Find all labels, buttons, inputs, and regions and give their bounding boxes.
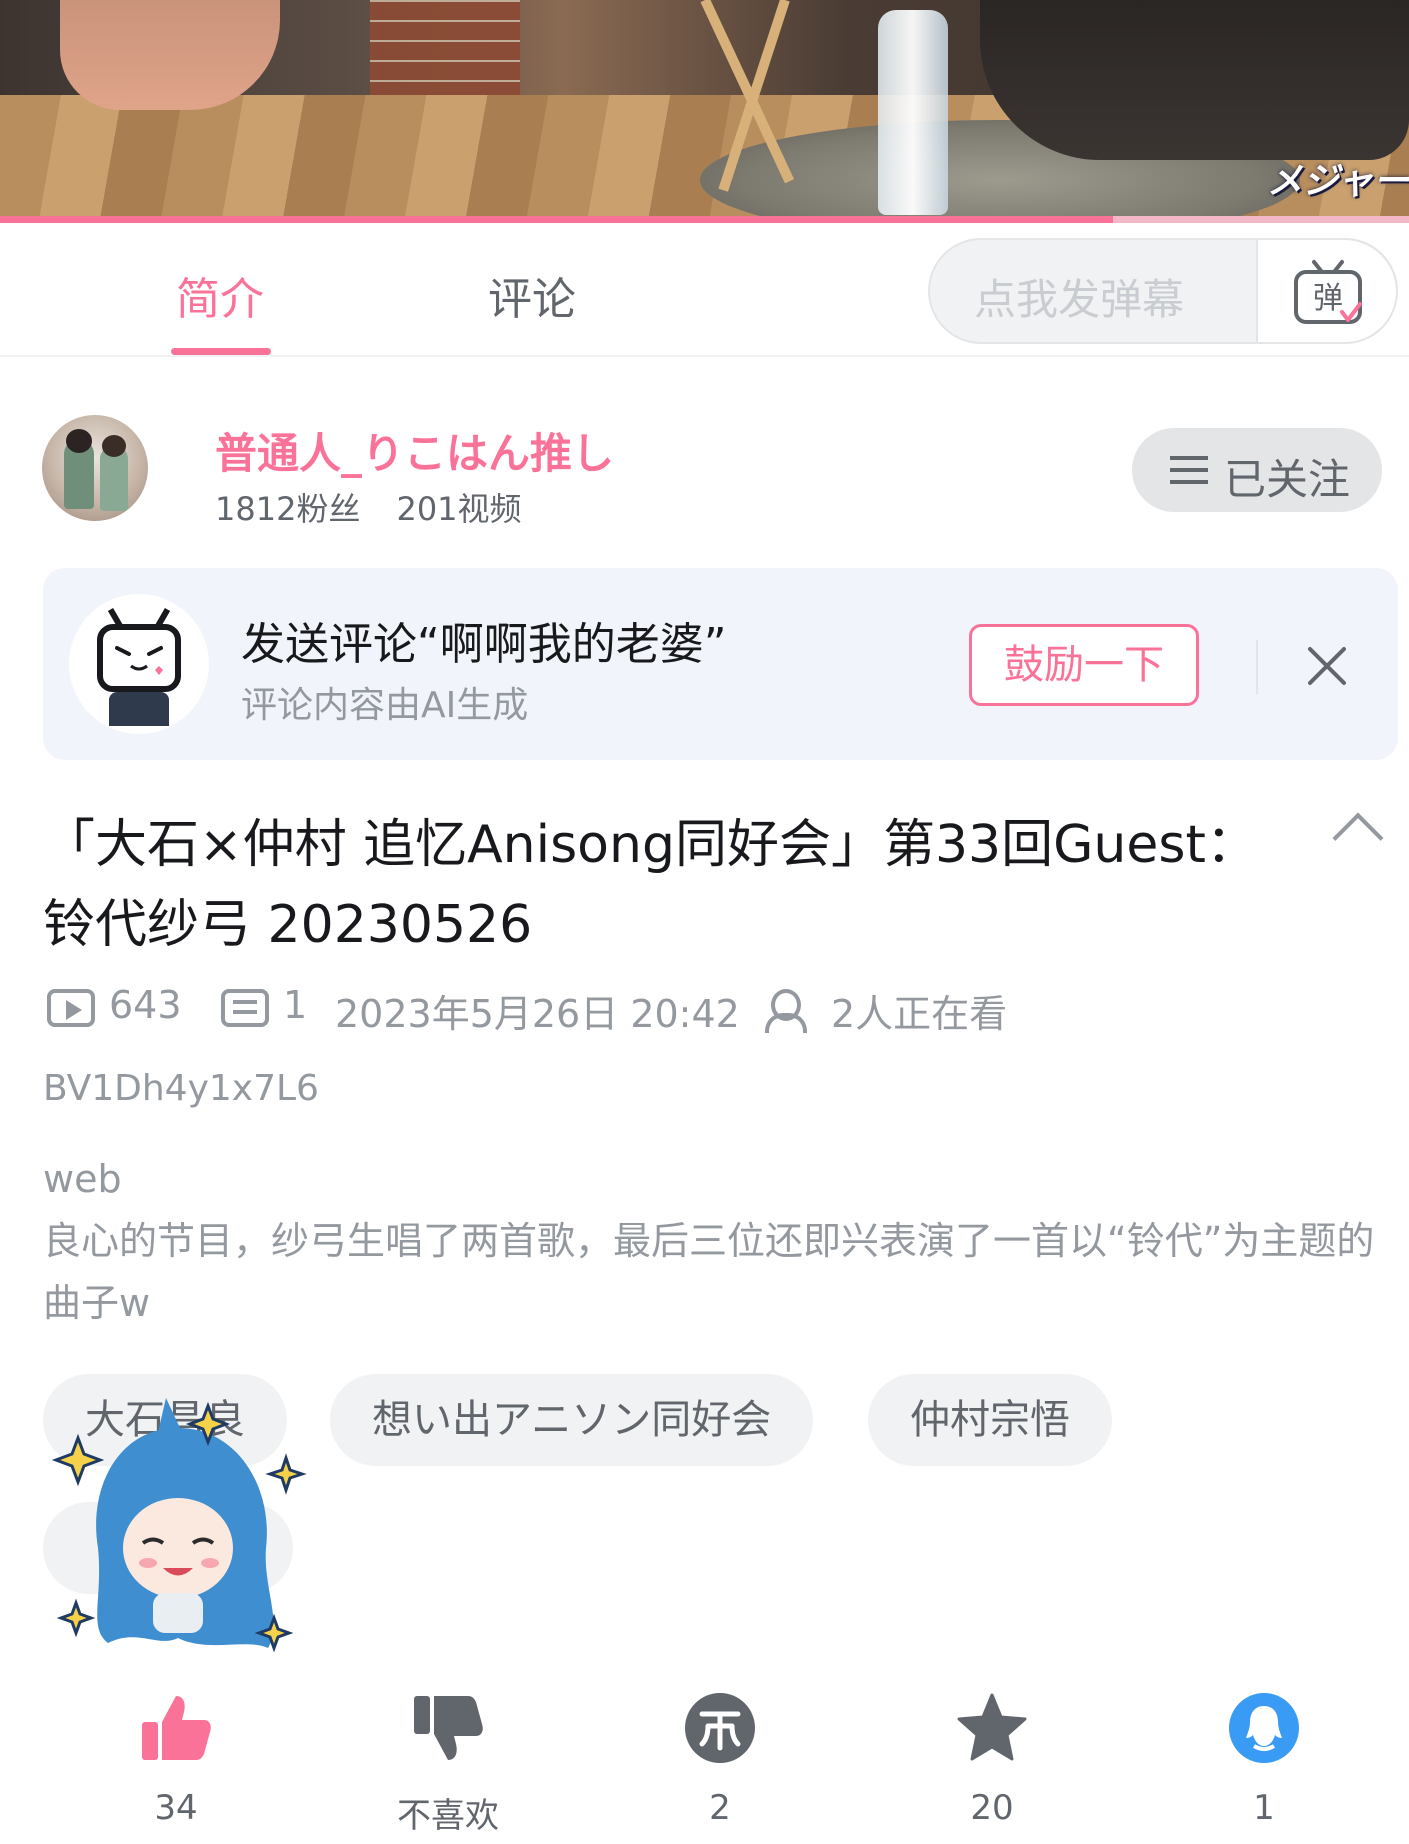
watching-icon	[765, 987, 815, 1033]
divider	[1256, 640, 1258, 694]
follow-label: 已关注	[1224, 455, 1351, 504]
favorite-count: 20	[970, 1788, 1014, 1828]
video-caption: メジャー	[1266, 161, 1409, 202]
share-qq-icon	[1229, 1693, 1299, 1763]
coin-icon	[685, 1693, 755, 1763]
play-count-icon	[47, 989, 95, 1027]
tab-comments[interactable]: 评论	[488, 263, 576, 327]
tag-chip[interactable]: 仲村宗悟	[868, 1374, 1112, 1466]
view-count: 643	[109, 983, 182, 1027]
video-title: 「大石×仲村 追忆Anisong同好会」第33回Guest：铃代纱弓 20230…	[43, 815, 1258, 955]
uploader-fans: 1812粉丝	[215, 490, 361, 528]
description-text: 良心的节目，纱弓生唱了两首歌，最后三位还即兴表演了一首以“铃代”为主题的曲子w	[43, 1219, 1375, 1325]
video-description: web 良心的节目，纱弓生唱了两首歌，最后三位还即兴表演了一首以“铃代”为主题的…	[43, 1148, 1383, 1334]
coin-count: 2	[709, 1788, 731, 1828]
coin-button[interactable]: 2	[640, 1680, 800, 1844]
watching-count: 2人正在看	[831, 992, 1008, 1036]
close-icon[interactable]	[1305, 644, 1349, 688]
video-player[interactable]: メジャー	[0, 0, 1409, 222]
video-frame-person-right	[980, 0, 1409, 160]
ai-comment-suggestion-card: 发送评论“啊啊我的老婆” 评论内容由AI生成 鼓励一下	[43, 568, 1398, 760]
favorite-button[interactable]: 20	[912, 1680, 1072, 1844]
active-tab-indicator	[171, 348, 271, 355]
menu-lines-icon	[1170, 456, 1208, 484]
danmaku-input[interactable]: 点我发弹幕 弹	[928, 238, 1398, 344]
thumbs-up-icon	[142, 1696, 211, 1760]
cheer-button[interactable]: 鼓励一下	[969, 624, 1199, 706]
follow-button[interactable]: 已关注	[1132, 428, 1382, 512]
like-button[interactable]: 34	[96, 1680, 256, 1844]
uploader-name[interactable]: 普通人_りこはん推し	[215, 420, 614, 481]
ai-comment-text: 发送评论“啊啊我的老婆”	[241, 619, 727, 670]
danmaku-placeholder: 点我发弹幕	[974, 275, 1185, 324]
ai-comment-note: 评论内容由AI生成	[241, 685, 529, 726]
action-bar: 34 不喜欢 2 20 1	[0, 1680, 1409, 1844]
danmaku-count-icon	[221, 989, 269, 1027]
like-count: 34	[154, 1788, 198, 1828]
publish-time: 2023年5月26日 20:42	[335, 992, 740, 1036]
dislike-button[interactable]: 不喜欢	[368, 1680, 528, 1844]
bilibili-mascot-icon	[69, 594, 209, 734]
anime-sticker-icon	[51, 1398, 307, 1653]
danmaku-toggle-button[interactable]: 弹	[1256, 240, 1396, 342]
tag-chip[interactable]: 想い出アニソン同好会	[330, 1374, 814, 1466]
video-progress-bar[interactable]	[0, 216, 1409, 223]
chevron-up-icon[interactable]	[1332, 812, 1384, 864]
tab-intro[interactable]: 简介	[176, 263, 264, 327]
uploader-avatar[interactable]	[42, 415, 148, 521]
star-icon	[957, 1693, 1027, 1761]
share-count: 1	[1253, 1788, 1275, 1828]
danmaku-count: 1	[283, 983, 308, 1027]
share-button[interactable]: 1	[1184, 1680, 1344, 1844]
video-frame-bottle	[878, 10, 948, 215]
dislike-label: 不喜欢	[397, 1796, 499, 1836]
thumbs-down-icon	[414, 1696, 483, 1760]
upload-source: web	[43, 1157, 122, 1201]
tab-bar: 简介 评论 点我发弹幕 弹	[0, 223, 1409, 357]
bvid[interactable]: BV1Dh4y1x7L6	[43, 1068, 319, 1109]
danmaku-tv-icon: 弹	[1294, 260, 1362, 324]
svg-text:弹: 弹	[1313, 281, 1343, 316]
video-progress-fill	[0, 216, 1114, 223]
uploader-stats: 1812粉丝 201视频	[215, 484, 558, 530]
uploader-videos: 201视频	[396, 490, 522, 528]
